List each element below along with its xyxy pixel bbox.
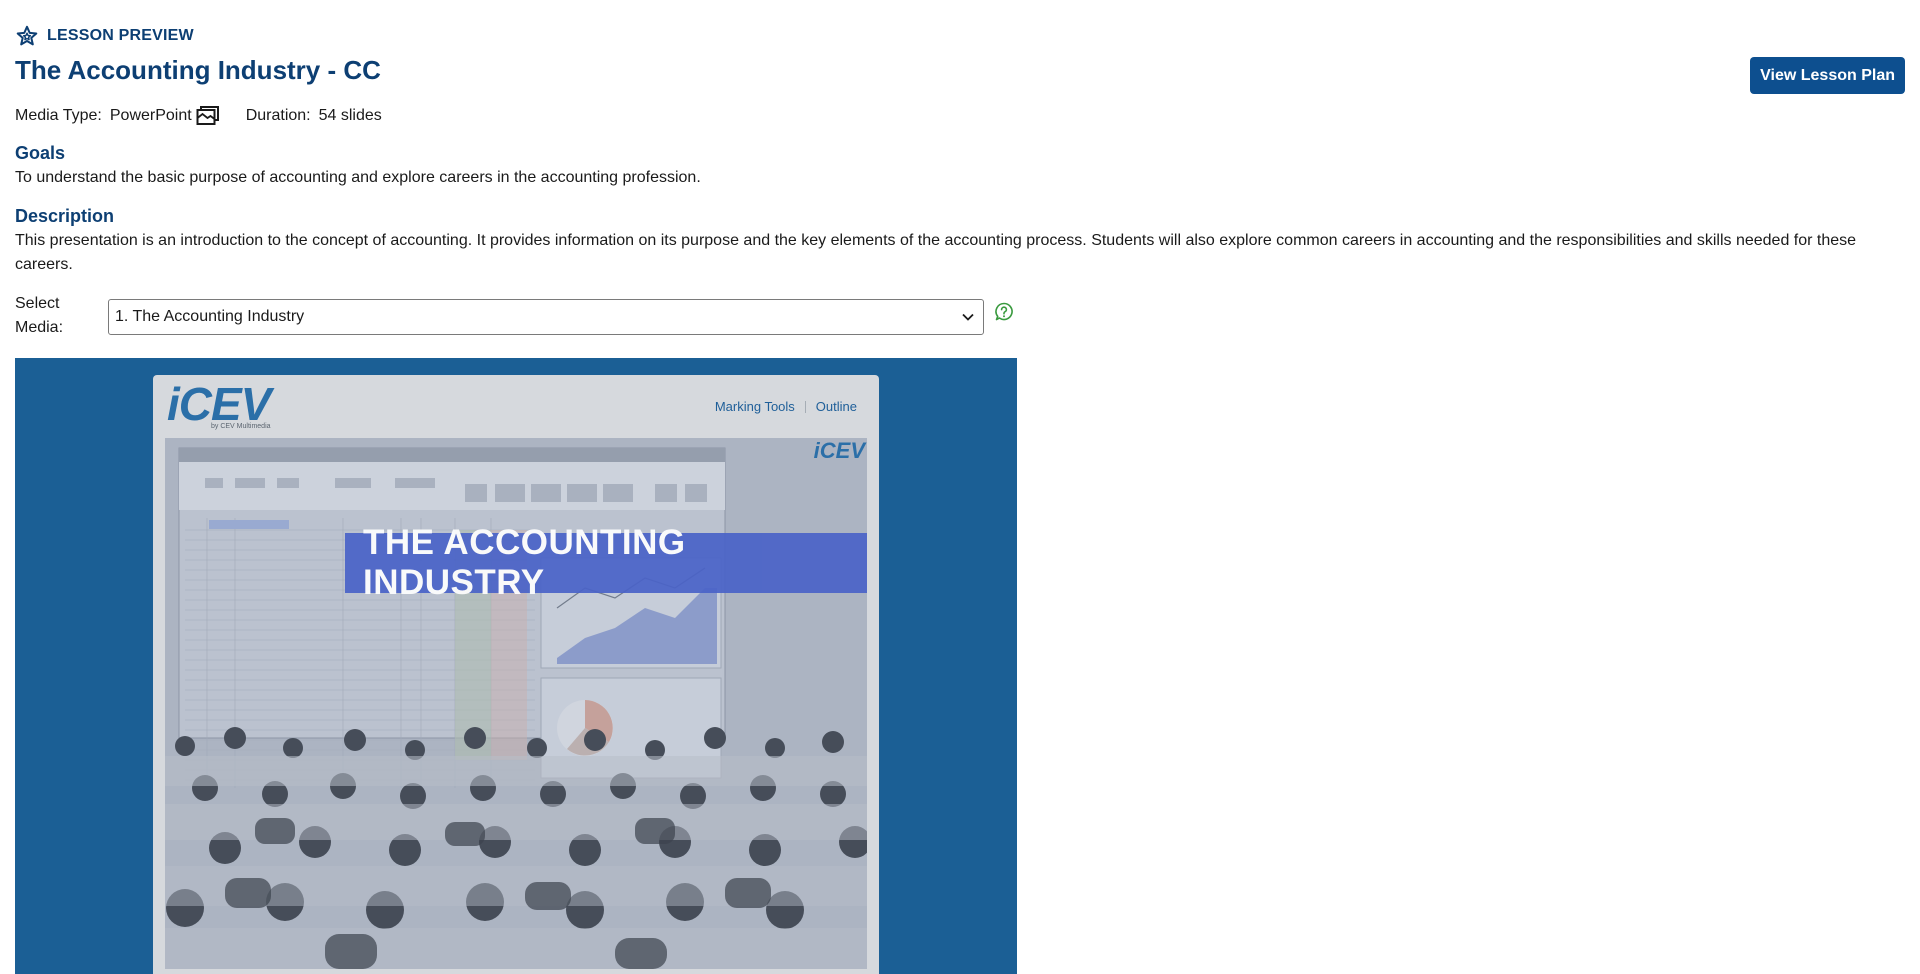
media-viewer: iCEV by CEV Multimedia Marking Tools Out… [15,358,1017,974]
slide-corner-logo: iCEV [813,438,865,463]
duration-label: Duration: [245,107,311,124]
slide-toolbar: Marking Tools Outline [715,399,857,414]
slides-stack-icon [196,106,219,125]
slide-image: iCEV THE ACCOUNTING INDUSTRY [165,438,867,969]
chevron-down-icon [962,313,974,321]
lesson-meta: Media Type: PowerPoint Duration: 54 slid… [15,105,382,127]
star-outline-icon [16,25,38,46]
toolbar-divider [804,400,806,413]
slide-title: THE ACCOUNTING INDUSTRY [363,523,686,602]
slide-title-banner: THE ACCOUNTING INDUSTRY [345,523,867,602]
slide-frame: iCEV by CEV Multimedia Marking Tools Out… [153,375,879,974]
media-type-text: PowerPoint [109,107,192,124]
media-type-label: Media Type: [15,107,102,124]
goals-heading: Goals [15,143,66,163]
goals-text: To understand the basic purpose of accou… [15,169,701,186]
logo-subtitle: by CEV Multimedia [211,423,271,430]
icev-logo: iCEV by CEV Multimedia [167,381,271,430]
view-lesson-plan-button[interactable]: View Lesson Plan [1750,57,1905,94]
duration-value: 54 slides [318,107,382,124]
slide-background-photo [165,438,867,969]
lesson-preview-label: LESSON PREVIEW [15,24,194,48]
marking-tools-link[interactable]: Marking Tools [715,399,795,414]
select-media-value: 1. The Accounting Industry [115,308,305,325]
description-text: This presentation is an introduction to … [15,232,1857,273]
select-media-label: Select Media: [15,295,64,336]
logo-mark: iCEV [167,378,271,430]
description-heading: Description [15,206,115,226]
media-type-value: PowerPoint [110,105,220,127]
page-title: The Accounting Industry - CC [15,55,381,85]
help-circle-icon[interactable] [994,302,1014,322]
select-media-dropdown[interactable]: 1. The Accounting Industry [108,299,984,335]
eyebrow-text: LESSON PREVIEW [47,27,194,44]
outline-link[interactable]: Outline [816,399,857,414]
